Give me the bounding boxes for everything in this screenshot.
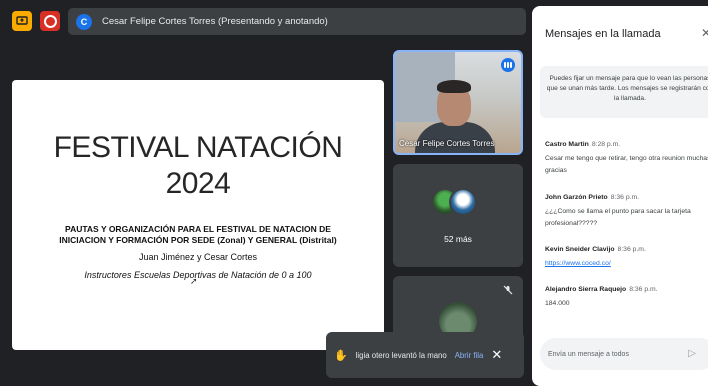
chat-panel: Mensajes en la llamada ✕ Puedes fijar un… (532, 6, 708, 386)
speaking-icon (501, 58, 515, 72)
message-sender: Castro Martin (545, 141, 589, 148)
slide-title-line1: FESTIVAL NATACIÓN (53, 131, 343, 164)
participant-avatar (449, 188, 477, 216)
message-text: ¿¿¿Como se llama el punto para sacar la … (545, 208, 691, 227)
chat-message: Kevin Sneider Clavijo 8:36 p.m. https://w… (545, 246, 708, 270)
presentation-slide: FESTIVAL NATACIÓN 2024 PAUTAS Y ORGANIZA… (12, 80, 384, 350)
raised-hand-notification: ✋ ligia otero levantó la mano Abrir fila… (326, 332, 524, 378)
speaker-hair (437, 80, 471, 93)
chat-message: Castro Martin 8:28 p.m. Cesar me tengo qu… (545, 141, 708, 177)
mic-off-icon (503, 285, 513, 298)
more-participants-label: 52 más (444, 234, 472, 244)
message-time: 8:36 p.m. (629, 286, 658, 293)
slide-subtitle: PAUTAS Y ORGANIZACIÓN PARA EL FESTIVAL D… (22, 224, 374, 246)
message-text: Cesar me tengo que retirar, tengo otra r… (545, 155, 708, 174)
message-sender: John Garzón Prieto (545, 194, 608, 201)
slide-title-line2: 2024 (165, 167, 231, 200)
slide-instructors: Instructores Escuelas Deportivas de Nata… (84, 270, 312, 280)
hand-raised-icon: ✋ (334, 349, 348, 362)
message-time: 8:36 p.m. (610, 194, 640, 201)
chat-message: Alejandro Sierra Raquejo 8:36 p.m. 184.00… (545, 286, 708, 310)
present-icon[interactable] (12, 11, 32, 31)
slide-title: FESTIVAL NATACIÓN 2024 (12, 130, 384, 202)
record-icon[interactable] (40, 11, 60, 31)
speaker-tile[interactable]: Cesar Felipe Cortes Torres (393, 50, 523, 155)
message-sender: Alejandro Sierra Raquejo (545, 286, 627, 293)
chat-title: Mensajes en la llamada (545, 28, 661, 40)
slide-subtitle-line2: INICIACION Y FORMACIÓN POR SEDE (Zonal) … (59, 235, 337, 246)
close-icon[interactable]: ✕ (701, 26, 708, 40)
message-sender: Kevin Sneider Clavijo (545, 246, 615, 253)
message-link[interactable]: https://www.coced.co/ (545, 258, 708, 270)
pin-message-note: Puedes fijar un mensaje para que lo vean… (540, 66, 708, 118)
top-bar: C Cesar Felipe Cortes Torres (Presentand… (0, 0, 530, 50)
open-queue-link[interactable]: Abrir fila (455, 351, 484, 360)
send-icon[interactable]: ▷ (688, 348, 696, 359)
slide-names: Juan Jiménez y Cesar Cortes (138, 252, 258, 262)
message-time: 8:36 p.m. (617, 246, 646, 253)
cursor-icon: ➚ (190, 276, 198, 286)
presenting-label: Cesar Felipe Cortes Torres (Presentando … (102, 16, 328, 27)
speaker-name: Cesar Felipe Cortes Torres (399, 139, 495, 148)
presenter-avatar: C (76, 13, 92, 30)
presenting-banner: C Cesar Felipe Cortes Torres (Presentand… (68, 8, 526, 35)
chat-message: John Garzón Prieto 8:36 p.m. ¿¿¿Como se l… (545, 194, 708, 230)
more-participants-tile[interactable]: 52 más (393, 164, 523, 267)
slide-subtitle-line1: PAUTAS Y ORGANIZACIÓN PARA EL FESTIVAL D… (65, 224, 331, 234)
message-time: 8:28 p.m. (591, 141, 621, 148)
chat-message-input[interactable]: Envía un mensaje a todos (540, 338, 708, 370)
raised-hand-text: ligia otero levantó la mano (355, 350, 447, 360)
close-icon[interactable]: ✕ (491, 347, 502, 363)
message-text: 184.000 (545, 300, 570, 307)
